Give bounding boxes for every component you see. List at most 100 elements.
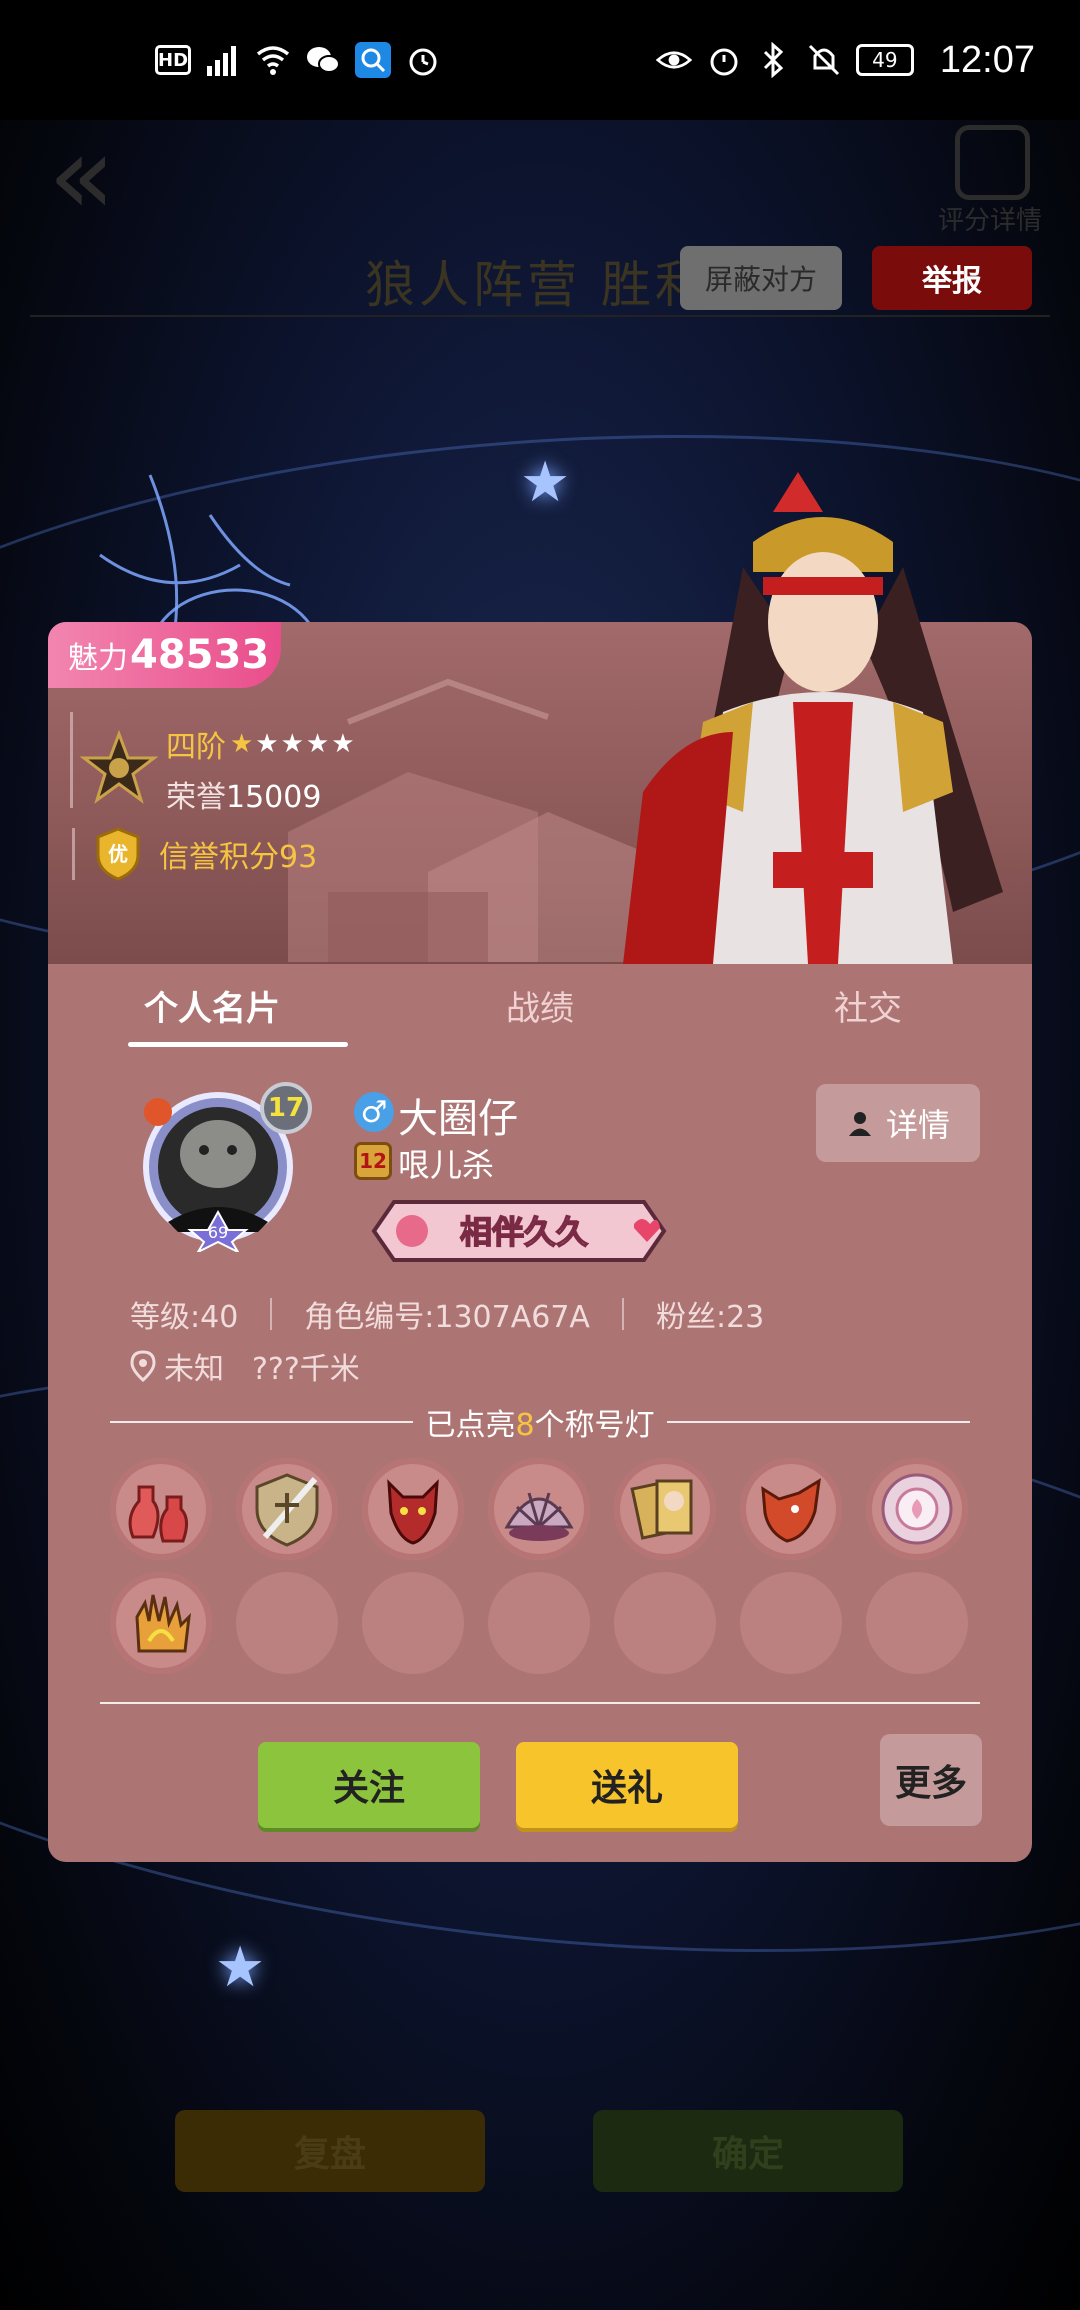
title-tag-badge: 相伴久久 [371, 1200, 667, 1262]
clock: 12:07 [939, 38, 1035, 81]
eye-icon [655, 42, 692, 78]
role-id-text: 角色编号:1307A67A [304, 1300, 590, 1335]
divider [270, 1298, 273, 1330]
tab-underline [128, 1042, 348, 1047]
distance-text: ???千米 [252, 1352, 360, 1387]
report-button[interactable]: 举报 [872, 246, 1032, 310]
detail-label: 详情 [885, 1106, 950, 1144]
replay-button[interactable]: 复盘 [175, 2110, 485, 2192]
profile-card: 魅力 48533 四阶 ★★★★★ 荣誉15009 优 信誉积分93 个人名片 … [48, 472, 1032, 1862]
divider [30, 315, 1050, 317]
title-lights-text: 已点亮8个称号灯 [413, 1400, 666, 1444]
nickname: 大圈仔 [398, 1096, 518, 1142]
star-icon: ★ [215, 1935, 266, 2000]
lights-prefix: 已点亮 [425, 1408, 516, 1443]
rating-detail-icon[interactable] [955, 125, 1030, 200]
divider [666, 1421, 970, 1423]
hand-fire-icon [135, 1594, 191, 1653]
honor-row: 荣誉15009 [166, 772, 357, 816]
rose-icon [881, 1473, 953, 1545]
person-icon [848, 1112, 871, 1136]
title-light-slot-empty[interactable] [362, 1572, 464, 1674]
more-button[interactable]: 更多 [880, 1734, 982, 1826]
title-light-slot-empty[interactable] [740, 1572, 842, 1674]
stats-row: 等级:40 角色编号:1307A67A 粉丝:23 [130, 1292, 764, 1336]
title-light-slot-empty[interactable] [236, 1572, 338, 1674]
charm-badge: 魅力 48533 [48, 622, 281, 688]
rank-stars: ★★★★★ [230, 729, 357, 759]
lights-count: 8 [515, 1408, 535, 1443]
honor-value: 15009 [226, 780, 322, 815]
status-left: HD [155, 42, 441, 78]
mute-icon [806, 42, 842, 78]
block-button[interactable]: 屏蔽对方 [680, 246, 842, 310]
title-light-slot-empty[interactable] [614, 1572, 716, 1674]
battery-icon: 49 [855, 44, 914, 76]
location-pin-icon [130, 1350, 156, 1382]
divider [100, 1702, 980, 1704]
fans-text: 粉丝:23 [655, 1300, 765, 1335]
credit-badge-text: 优 [108, 842, 128, 866]
level-text: 等级:40 [130, 1300, 239, 1335]
red-wolf-icon [761, 1478, 821, 1543]
wifi-icon [255, 42, 291, 78]
charm-label: 魅力 [68, 641, 128, 676]
shield-sword-icon [255, 1473, 319, 1547]
rank-text: 四阶 ★★★★★ 荣誉15009 [166, 722, 357, 816]
location-row: 未知 ???千米 [130, 1344, 360, 1388]
star-icon: ★ [520, 450, 571, 515]
tab-bar: 个人名片 战绩 社交 [48, 964, 1032, 1046]
credit-row: 优 信誉积分93 [72, 827, 317, 881]
title-light-slot[interactable] [614, 1458, 716, 1560]
tab-personal-card[interactable]: 个人名片 [48, 964, 376, 1046]
bluetooth-icon [756, 42, 792, 78]
title-light-slot[interactable] [110, 1458, 212, 1560]
alarm-app-icon [405, 42, 441, 78]
level-badge: 17 [260, 1082, 312, 1134]
title-lights-grid [110, 1458, 990, 1686]
title-light-slot[interactable] [740, 1458, 842, 1560]
title-light-slot-empty[interactable] [866, 1572, 968, 1674]
search-app-icon [355, 42, 391, 78]
signal-icon [205, 42, 241, 78]
wechat-icon [305, 42, 341, 78]
lights-suffix: 个称号灯 [534, 1408, 655, 1443]
divider [72, 828, 75, 880]
slot-row [110, 1458, 990, 1560]
guild-name[interactable]: 哏儿杀 [398, 1140, 494, 1186]
title-lights-header: 已点亮8个称号灯 [110, 1400, 970, 1444]
camp-result-title: 狼人阵营 胜利 [365, 256, 709, 314]
title-light-slot[interactable] [488, 1458, 590, 1560]
follow-button[interactable]: 关注 [258, 1742, 480, 1828]
rank-line: 四阶 ★★★★★ [166, 722, 357, 766]
hero-character-image [623, 472, 1003, 964]
title-light-slot[interactable] [866, 1458, 968, 1560]
send-gift-button[interactable]: 送礼 [516, 1742, 738, 1828]
potion-icon [128, 1485, 188, 1543]
status-bar: HD 49 12:07 [0, 0, 1080, 120]
rank-label: 四阶 [166, 730, 226, 765]
rating-detail-label: 评分详情 [938, 206, 1043, 236]
title-light-slot[interactable] [362, 1458, 464, 1560]
title-tag-text: 相伴久久 [460, 1213, 588, 1251]
divider [110, 1421, 414, 1423]
credit-score: 信誉积分93 [159, 840, 318, 875]
title-light-slot[interactable] [236, 1458, 338, 1560]
title-light-slot[interactable] [110, 1572, 212, 1674]
title-light-slot-empty[interactable] [488, 1572, 590, 1674]
status-right: 49 12:07 [655, 38, 1035, 82]
hd-icon: HD [155, 45, 191, 75]
credit-shield-icon: 优 [96, 827, 140, 881]
honor-label: 荣誉 [166, 780, 226, 815]
avatar-badge-text: 69 [208, 1223, 228, 1242]
tab-record[interactable]: 战绩 [376, 964, 704, 1046]
rank-emblem-icon [80, 730, 158, 804]
shell-icon [504, 1492, 574, 1541]
charm-value: 48533 [130, 632, 270, 678]
back-arrow-icon[interactable]: « [48, 120, 118, 230]
alarm-icon [706, 42, 742, 78]
detail-button[interactable]: 详情 [816, 1084, 980, 1162]
tab-social[interactable]: 社交 [704, 964, 1032, 1046]
male-icon: ♂ [354, 1092, 394, 1132]
confirm-button[interactable]: 确定 [593, 2110, 903, 2192]
